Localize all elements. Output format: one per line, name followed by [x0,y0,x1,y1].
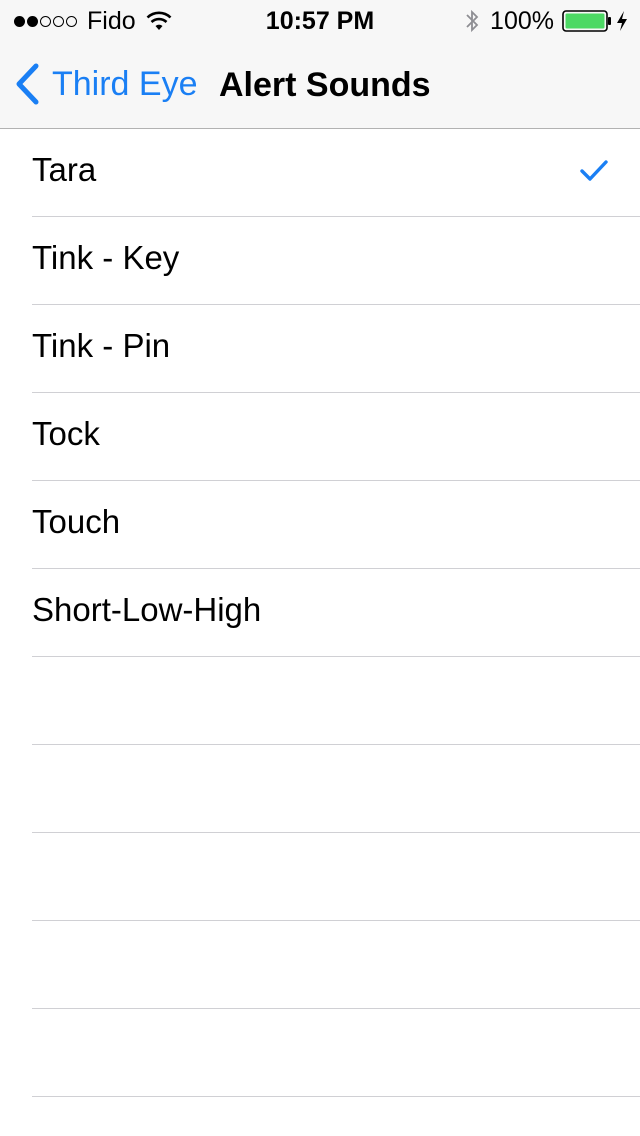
back-button[interactable]: Third Eye [14,62,198,106]
battery-icon [562,10,611,32]
checkmark-icon [580,160,608,181]
navigation-bar: Third Eye Alert Sounds [0,40,640,129]
sound-option-row[interactable] [0,745,640,833]
status-bar: Fido 10:57 PM 100% [0,0,640,40]
bluetooth-icon [466,9,479,33]
sound-option-row[interactable]: Tink - Key [0,217,640,305]
back-chevron-icon [16,63,39,105]
status-right: 100% [464,7,628,35]
sound-option-row[interactable] [0,833,640,921]
sound-option-label: Short-Low-High [32,591,262,628]
sound-option-label: Tink - Key [32,239,180,276]
back-button-label: Third Eye [52,64,198,103]
sound-option-row[interactable] [0,657,640,745]
sound-option-label: Tara [32,151,97,188]
sound-option-row[interactable]: Touch [0,481,640,569]
sound-option-row[interactable]: Tink - Pin [0,305,640,393]
charging-icon [617,11,627,31]
sound-option-label: Tink - Pin [32,327,171,364]
sound-option-row[interactable] [0,1097,640,1136]
sound-option-row[interactable]: Short-Low-High [0,569,640,657]
sound-option-row[interactable] [0,1009,640,1097]
sound-option-row[interactable] [0,921,640,1009]
alert-sounds-list: Tara Tink - Key Tink - Pin Tock Touch Short-L… [0,129,640,1136]
page-title: Alert Sounds [219,66,431,104]
battery-percent: 100% [490,6,554,35]
screen: Fido 10:57 PM 100% Third Eye Alert Sound… [0,0,640,1136]
sound-option-row[interactable]: Tock [0,393,640,481]
sound-option-label: Tock [32,415,100,452]
sound-option-label: Touch [32,503,121,540]
sound-option-row[interactable]: Tara [0,129,640,217]
